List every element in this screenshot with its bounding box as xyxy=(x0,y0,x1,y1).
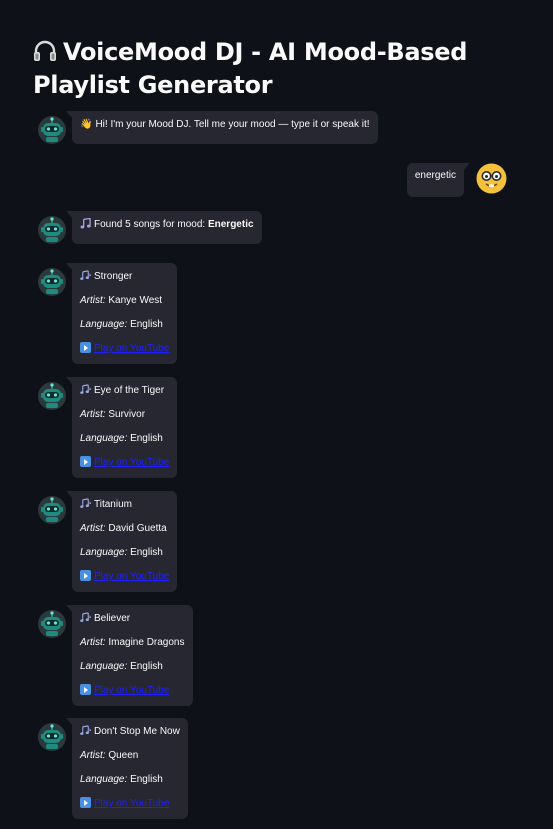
song-card: Stronger Artist: Kanye West Language: En… xyxy=(38,263,178,364)
song-bubble: Believer Artist: Imagine Dragons Languag… xyxy=(66,605,193,706)
mood-name: Energetic xyxy=(207,219,254,230)
chat-page: VoiceMood DJ - AI Mood-Based Playlist Ge… xyxy=(0,0,553,829)
song-card: Believer Artist: Imagine Dragons Languag… xyxy=(38,605,193,706)
artist-label: Artist: xyxy=(80,523,106,534)
play-button-icon xyxy=(80,456,91,467)
page-title-text: VoiceMood DJ - AI Mood-Based Playlist Ge… xyxy=(33,38,468,99)
bot-avatar-icon xyxy=(38,116,66,144)
play-button-icon xyxy=(80,342,91,353)
bot-avatar-icon xyxy=(38,216,66,244)
play-on-youtube-link[interactable]: Play on YouTube xyxy=(94,571,169,582)
message-bubble: Found 5 songs for mood: Energetic xyxy=(66,211,262,244)
song-title: Stronger xyxy=(94,271,133,282)
artist-label: Artist: xyxy=(80,295,106,306)
welcome-text: Hi! I'm your Mood DJ. Tell me your mood … xyxy=(95,119,370,130)
message-bubble: 👋 Hi! I'm your Mood DJ. Tell me your mood… xyxy=(66,111,378,144)
user-message: energetic xyxy=(406,163,507,197)
song-bubble: Eye of the Tiger Artist: Survivor Langua… xyxy=(65,377,178,478)
language-label: Language: xyxy=(80,547,128,558)
song-language: English xyxy=(130,547,163,558)
song-card: Eye of the Tiger Artist: Survivor Langua… xyxy=(38,377,178,478)
musical-notes-icon xyxy=(80,725,91,736)
play-on-youtube-link[interactable]: Play on YouTube xyxy=(94,457,169,468)
song-artist: David Guetta xyxy=(108,523,167,534)
song-bubble: Titanium Artist: David Guetta Language: … xyxy=(65,491,178,592)
song-title: Eye of the Tiger xyxy=(94,385,165,396)
play-button-icon xyxy=(80,684,91,695)
play-on-youtube-link[interactable]: Play on YouTube xyxy=(94,343,169,354)
song-title: Don't Stop Me Now xyxy=(94,726,180,737)
bot-avatar-icon xyxy=(38,610,66,638)
song-language: English xyxy=(130,433,163,444)
song-artist: Queen xyxy=(108,750,139,761)
user-message-text: energetic xyxy=(414,170,456,181)
musical-note-icon xyxy=(80,218,91,229)
song-artist: Survivor xyxy=(108,409,146,420)
song-language: English xyxy=(130,319,163,330)
bot-avatar-icon xyxy=(38,268,66,296)
waving-hand-icon: 👋 xyxy=(80,119,93,130)
play-button-icon xyxy=(80,570,91,581)
bot-avatar-icon xyxy=(38,723,66,751)
user-avatar-icon xyxy=(476,163,507,194)
page-title: VoiceMood DJ - AI Mood-Based Playlist Ge… xyxy=(33,36,503,102)
artist-label: Artist: xyxy=(80,409,106,420)
song-language: English xyxy=(130,661,163,672)
song-title: Believer xyxy=(94,613,131,624)
bot-avatar-icon xyxy=(38,496,66,524)
artist-label: Artist: xyxy=(80,750,106,761)
language-label: Language: xyxy=(80,774,128,785)
found-text: Found 5 songs for mood: xyxy=(94,219,208,230)
play-on-youtube-link[interactable]: Play on YouTube xyxy=(94,798,169,809)
song-artist: Imagine Dragons xyxy=(108,637,185,648)
song-bubble: Don't Stop Me Now Artist: Queen Language… xyxy=(66,718,188,819)
musical-notes-icon xyxy=(80,270,91,281)
language-label: Language: xyxy=(80,433,128,444)
artist-label: Artist: xyxy=(80,637,106,648)
bot-avatar-icon xyxy=(38,382,66,410)
musical-notes-icon xyxy=(80,498,91,509)
language-label: Language: xyxy=(80,319,128,330)
musical-notes-icon xyxy=(80,612,91,623)
headphones-icon xyxy=(34,40,56,61)
song-title: Titanium xyxy=(94,499,132,510)
language-label: Language: xyxy=(80,661,128,672)
assistant-message-found: Found 5 songs for mood: Energetic xyxy=(38,211,262,244)
play-on-youtube-link[interactable]: Play on YouTube xyxy=(94,685,169,696)
play-button-icon xyxy=(80,797,91,808)
song-language: English xyxy=(130,774,163,785)
assistant-message-welcome: 👋 Hi! I'm your Mood DJ. Tell me your mood… xyxy=(38,111,378,144)
musical-notes-icon xyxy=(80,384,91,395)
user-message-bubble: energetic xyxy=(406,163,471,197)
song-card: Don't Stop Me Now Artist: Queen Language… xyxy=(38,718,188,819)
song-bubble: Stronger Artist: Kanye West Language: En… xyxy=(65,263,178,364)
song-artist: Kanye West xyxy=(108,295,163,306)
song-card: Titanium Artist: David Guetta Language: … xyxy=(38,491,178,592)
